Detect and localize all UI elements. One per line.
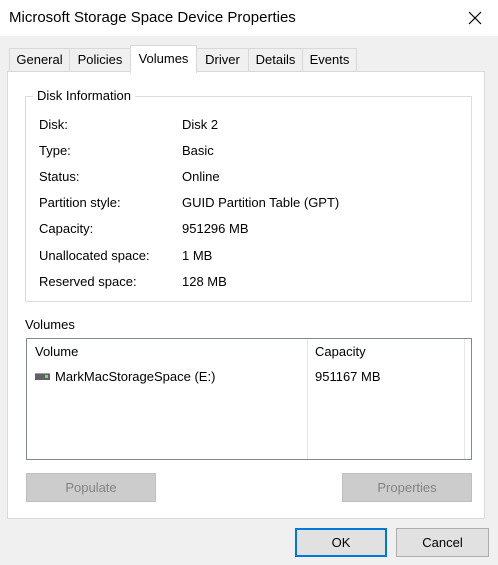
info-value: Online	[182, 169, 220, 184]
info-value: 1 MB	[182, 248, 213, 263]
cancel-button[interactable]: Cancel	[396, 528, 489, 557]
disk-information-group: Disk Information Disk: Disk 2 Type: Basi…	[25, 88, 472, 302]
tab-general[interactable]: General	[9, 48, 70, 72]
window-title: Microsoft Storage Space Device Propertie…	[9, 9, 296, 26]
info-value: Disk 2	[182, 117, 219, 132]
info-label: Partition style:	[39, 195, 121, 210]
populate-button[interactable]: Populate	[26, 473, 156, 502]
column-header-capacity[interactable]: Capacity	[307, 339, 464, 365]
volume-cell: MarkMacStorageSpace (E:)	[35, 369, 215, 384]
info-value: 128 MB	[182, 274, 227, 289]
volumes-list[interactable]: Volume Capacity MarkMacStorageSpace (E:)…	[26, 338, 472, 460]
volume-name: MarkMacStorageSpace (E:)	[55, 369, 216, 384]
info-label: Reserved space:	[39, 274, 137, 289]
tab-details[interactable]: Details	[248, 48, 303, 72]
info-value: 951296 MB	[182, 221, 249, 236]
volumes-tab-panel: Disk Information Disk: Disk 2 Type: Basi…	[7, 71, 485, 519]
disk-information-legend: Disk Information	[33, 88, 135, 103]
volume-properties-button[interactable]: Properties	[342, 473, 472, 502]
info-label: Status:	[39, 169, 80, 184]
tab-driver[interactable]: Driver	[196, 48, 249, 72]
info-label: Disk:	[39, 117, 68, 132]
title-bar: Microsoft Storage Space Device Propertie…	[0, 0, 498, 36]
tab-volumes[interactable]: Volumes	[130, 45, 197, 73]
info-value: Basic	[182, 143, 214, 158]
info-label: Unallocated space:	[39, 248, 150, 263]
volumes-section-title: Volumes	[25, 317, 75, 332]
info-value: GUID Partition Table (GPT)	[182, 195, 340, 210]
info-label: Type:	[39, 143, 71, 158]
tab-events[interactable]: Events	[302, 48, 357, 72]
volume-capacity: 951167 MB	[315, 369, 381, 384]
table-row[interactable]: MarkMacStorageSpace (E:) 951167 MB	[27, 369, 471, 391]
close-button[interactable]	[452, 0, 498, 36]
column-divider[interactable]	[307, 339, 308, 459]
column-divider[interactable]	[464, 339, 465, 459]
close-icon	[468, 11, 482, 25]
ok-button[interactable]: OK	[295, 528, 387, 557]
drive-icon	[35, 373, 50, 380]
tab-policies[interactable]: Policies	[69, 48, 131, 72]
column-header-volume[interactable]: Volume	[27, 339, 307, 365]
info-label: Capacity:	[39, 221, 94, 236]
